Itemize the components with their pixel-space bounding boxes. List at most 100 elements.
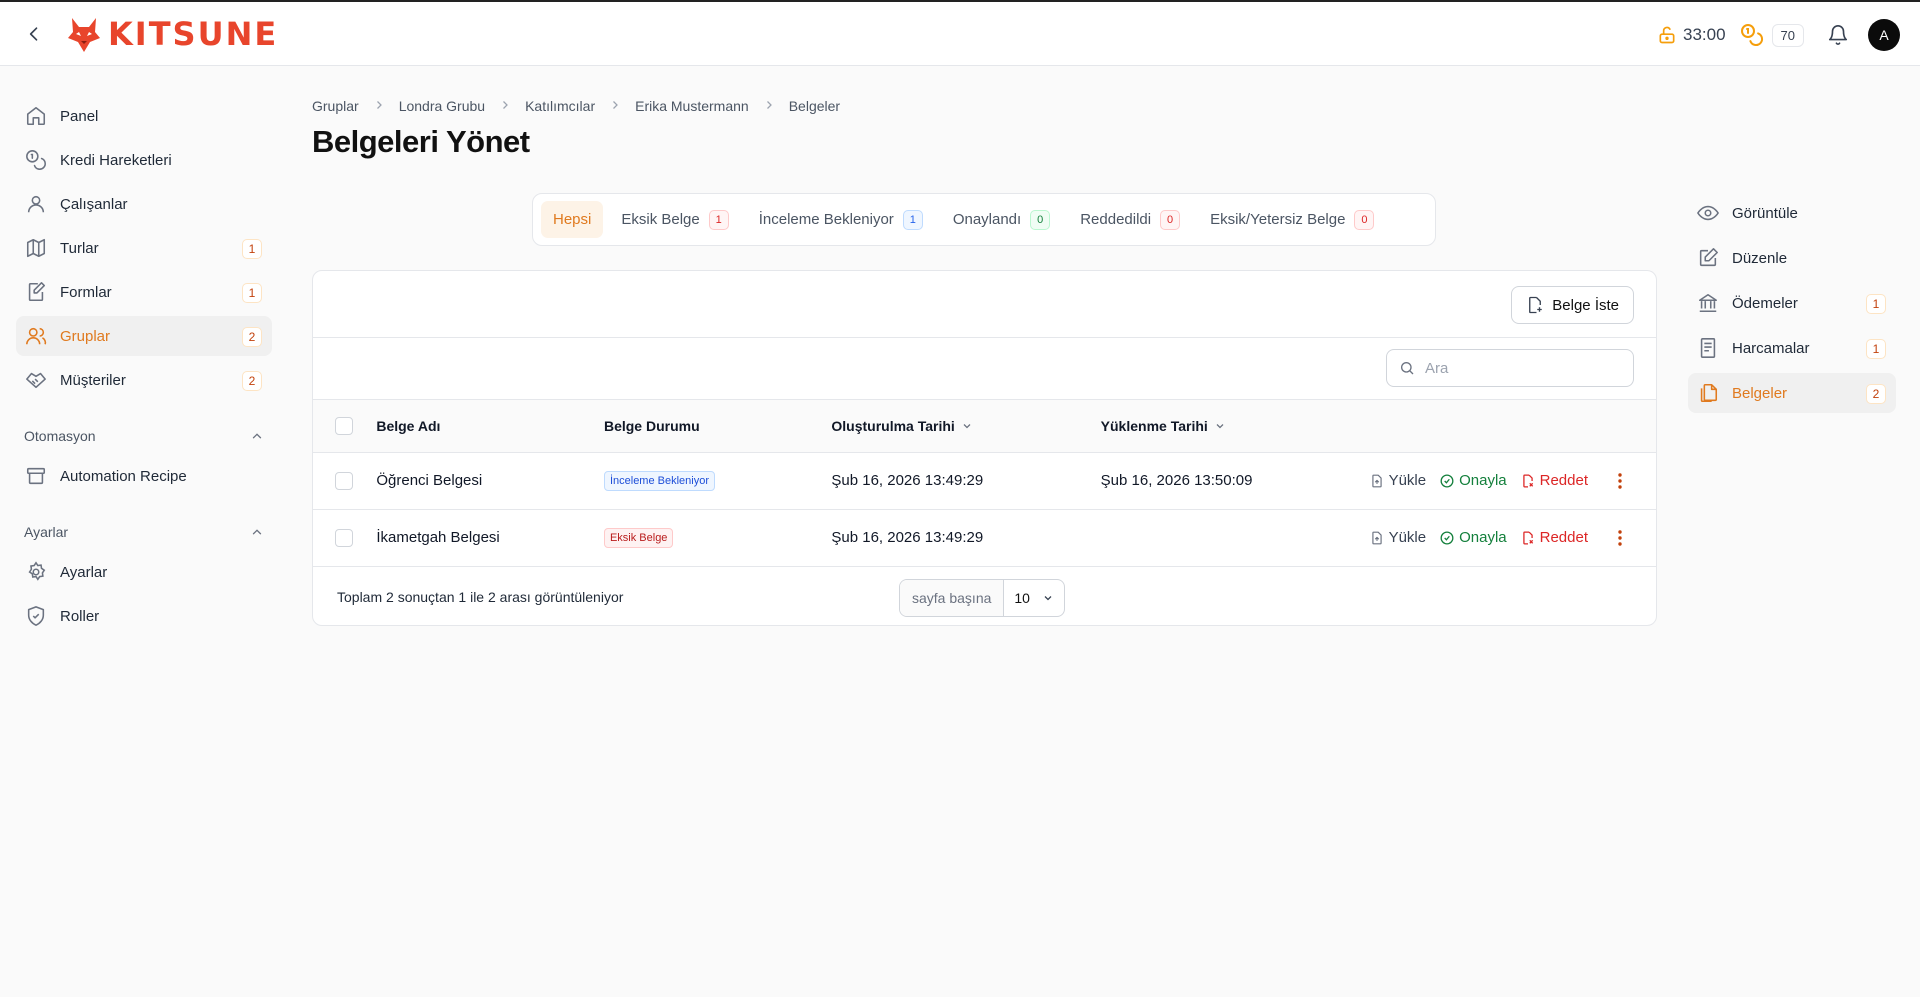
sidebar-item-label: Müşteriler — [60, 371, 126, 389]
select-all-checkbox[interactable] — [335, 416, 353, 435]
subnav-label: Düzenle — [1732, 249, 1788, 267]
coins-icon — [24, 148, 48, 172]
section-automation[interactable]: Otomasyon — [16, 424, 272, 448]
kebab-menu-icon — [1618, 472, 1622, 489]
sidebar-item-forms[interactable]: Formlar 1 — [16, 272, 272, 312]
unlock-icon — [1659, 26, 1675, 44]
breadcrumb-link[interactable]: Londra Grubu — [399, 98, 485, 114]
sidebar-item-label: Kredi Hareketleri — [60, 151, 172, 169]
sidebar-item-tours[interactable]: Turlar 1 — [16, 228, 272, 268]
tab-all[interactable]: Hepsi — [541, 201, 604, 238]
bell-icon — [1828, 25, 1848, 45]
column-label: Yüklenme Tarihi — [1100, 417, 1208, 434]
sidebar-item-credits[interactable]: Kredi Hareketleri — [16, 140, 272, 180]
breadcrumb-link[interactable]: Katılımcılar — [525, 98, 595, 114]
breadcrumb-link[interactable]: Erika Mustermann — [635, 98, 749, 114]
created-date: Şub 16, 2026 13:49:29 — [831, 452, 1101, 510]
tab-missing[interactable]: Eksik Belge 1 — [609, 201, 740, 238]
subnav-label: Harcamalar — [1732, 339, 1810, 357]
more-actions-button[interactable] — [1610, 529, 1630, 546]
brand-name: KITSUNE — [108, 15, 279, 53]
subnav-item-edit[interactable]: Düzenle — [1688, 238, 1896, 278]
eye-icon — [1696, 201, 1720, 225]
sidebar-item-panel[interactable]: Panel — [16, 96, 272, 136]
fox-logo-icon — [68, 18, 100, 52]
row-actions: Yükle Onayla Reddet — [1369, 509, 1656, 567]
results-summary: Toplam 2 sonuçtan 1 ile 2 arası görüntül… — [337, 588, 624, 605]
sidebar-item-label: Roller — [60, 607, 100, 625]
sidebar-item-roles[interactable]: Roller — [16, 596, 272, 636]
column-header-created[interactable]: Oluşturulma Tarihi — [831, 400, 1101, 453]
subnav-item-documents[interactable]: Belgeler 2 — [1688, 373, 1896, 413]
per-page-dropdown[interactable]: 10 — [1004, 580, 1064, 616]
session-timer[interactable]: 33:00 — [1657, 25, 1726, 45]
select-all-cell — [313, 400, 377, 453]
upload-button[interactable]: Yükle — [1370, 472, 1426, 489]
shield-check-icon — [24, 604, 48, 628]
approve-button[interactable]: Onayla — [1440, 529, 1507, 546]
tab-rejected[interactable]: Reddedildi 0 — [1068, 201, 1192, 238]
tab-label: Eksik/Yetersiz Belge — [1210, 211, 1346, 228]
row-checkbox[interactable] — [335, 471, 353, 490]
breadcrumb-link[interactable]: Gruplar — [312, 98, 359, 114]
tab-label: Eksik Belge — [621, 211, 700, 228]
card-toolbar: Belge İste — [313, 271, 1656, 338]
request-document-button[interactable]: Belge İste — [1511, 286, 1634, 324]
tab-count-badge: 0 — [1354, 209, 1375, 230]
chevron-up-icon — [252, 529, 262, 535]
tab-approved[interactable]: Onaylandı 0 — [941, 201, 1062, 238]
avatar[interactable]: A — [1868, 19, 1900, 51]
subnav-label: Ödemeler — [1732, 294, 1798, 312]
search-field[interactable] — [1386, 349, 1634, 387]
credits-indicator[interactable]: 70 — [1740, 23, 1804, 47]
per-page-select[interactable]: sayfa başına 10 — [899, 578, 1065, 617]
handshake-icon — [24, 368, 48, 392]
file-upload-icon — [1371, 474, 1382, 487]
header-actions: 33:00 70 A — [1657, 18, 1900, 52]
sidebar-item-customers[interactable]: Müşteriler 2 — [16, 360, 272, 400]
map-icon — [24, 236, 48, 260]
reject-button[interactable]: Reddet — [1521, 472, 1588, 489]
document-name: Öğrenci Belgesi — [376, 452, 604, 510]
search-input[interactable] — [1425, 359, 1615, 377]
tab-count-badge: 1 — [902, 209, 923, 230]
page-title: Belgeleri Yönet — [312, 124, 530, 159]
search-row — [313, 338, 1656, 400]
brand-logo[interactable]: KITSUNE — [66, 14, 278, 54]
archive-icon — [24, 464, 48, 488]
notifications-button[interactable] — [1822, 19, 1854, 51]
upload-button[interactable]: Yükle — [1370, 529, 1426, 546]
sidebar-item-automation-recipe[interactable]: Automation Recipe — [16, 456, 272, 496]
count-badge: 2 — [1866, 384, 1886, 404]
tab-insufficient[interactable]: Eksik/Yetersiz Belge 0 — [1198, 201, 1386, 238]
approve-label: Onayla — [1459, 529, 1507, 546]
subnav-item-expenses[interactable]: Harcamalar 1 — [1688, 328, 1896, 368]
documents-icon — [1696, 381, 1720, 405]
reject-button[interactable]: Reddet — [1521, 529, 1588, 546]
avatar-initial: A — [1879, 27, 1889, 43]
sidebar-item-employees[interactable]: Çalışanlar — [16, 184, 272, 224]
created-date: Şub 16, 2026 13:49:29 — [831, 509, 1101, 567]
count-badge: 1 — [242, 239, 262, 259]
tab-label: İnceleme Bekleniyor — [758, 211, 894, 228]
subnav-label: Belgeler — [1732, 384, 1788, 402]
section-heading: Otomasyon — [24, 428, 96, 444]
record-sub-nav: Görüntüle Düzenle Ödemeler 1 Harcamalar … — [1688, 193, 1896, 418]
subnav-item-payments[interactable]: Ödemeler 1 — [1688, 283, 1896, 323]
column-header-uploaded[interactable]: Yüklenme Tarihi — [1100, 400, 1370, 453]
section-heading: Ayarlar — [24, 524, 69, 540]
section-settings[interactable]: Ayarlar — [16, 520, 272, 544]
approve-button[interactable]: Onayla — [1440, 472, 1507, 489]
sidebar-item-groups[interactable]: Gruplar 2 — [16, 316, 272, 356]
document-status-cell: İnceleme Bekleniyor — [603, 452, 832, 510]
more-actions-button[interactable] — [1610, 472, 1630, 489]
row-checkbox[interactable] — [335, 528, 353, 547]
sidebar-item-settings[interactable]: Ayarlar — [16, 552, 272, 592]
back-button[interactable] — [22, 22, 46, 46]
tab-pending-review[interactable]: İnceleme Bekleniyor 1 — [747, 201, 935, 238]
document-status-cell: Eksik Belge — [603, 509, 832, 567]
tab-count-badge: 0 — [1160, 209, 1181, 230]
credits-count: 70 — [1771, 23, 1804, 47]
subnav-item-view[interactable]: Görüntüle — [1688, 193, 1896, 233]
search-icon — [1401, 362, 1414, 375]
